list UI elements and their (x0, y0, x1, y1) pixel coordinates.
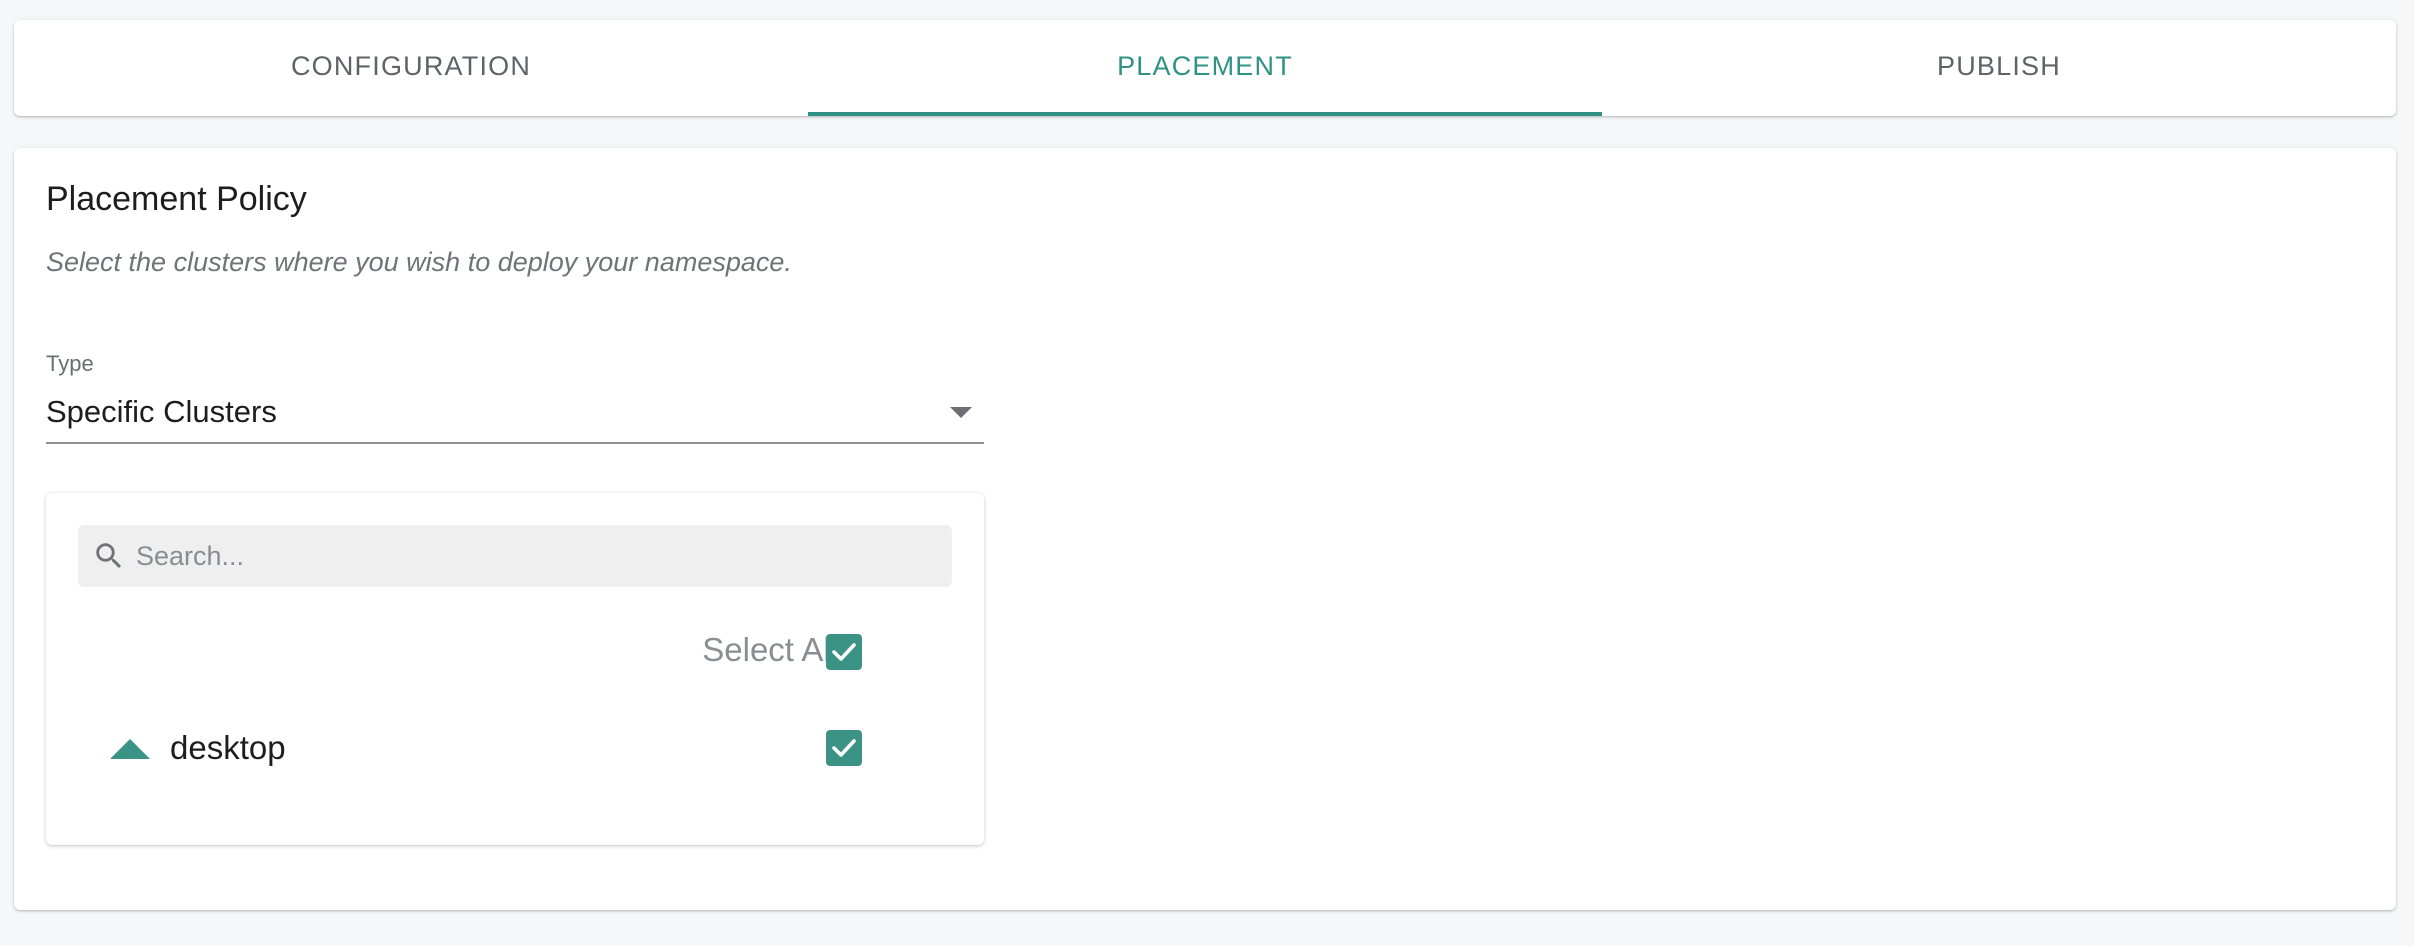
type-label: Type (46, 351, 94, 376)
tab-publish[interactable]: PUBLISH (1602, 20, 2396, 116)
search-box (78, 525, 952, 587)
select-all-label: Select All (702, 631, 838, 668)
cluster-name: desktop (170, 729, 286, 766)
section-description: Select the clusters where you wish to de… (46, 247, 792, 277)
type-select-value: Specific Clusters (46, 394, 277, 429)
select-all-checkbox[interactable] (826, 634, 862, 670)
search-input[interactable] (136, 525, 936, 587)
type-select[interactable]: Specific Clusters (46, 384, 984, 444)
placement-policy-card: Placement Policy Select the clusters whe… (14, 148, 2396, 910)
section-title: Placement Policy (46, 180, 307, 218)
check-icon (832, 643, 856, 661)
tab-placement[interactable]: PLACEMENT (808, 20, 1602, 116)
check-icon (832, 739, 856, 757)
wizard-tabs: CONFIGURATION PLACEMENT PUBLISH (14, 20, 2396, 116)
cluster-checkbox[interactable] (826, 730, 862, 766)
cluster-selection-panel: Select All desktop (46, 493, 984, 845)
tab-configuration[interactable]: CONFIGURATION (14, 20, 808, 116)
search-icon (96, 543, 122, 569)
expand-up-icon[interactable] (110, 739, 150, 759)
chevron-down-icon (950, 407, 972, 418)
